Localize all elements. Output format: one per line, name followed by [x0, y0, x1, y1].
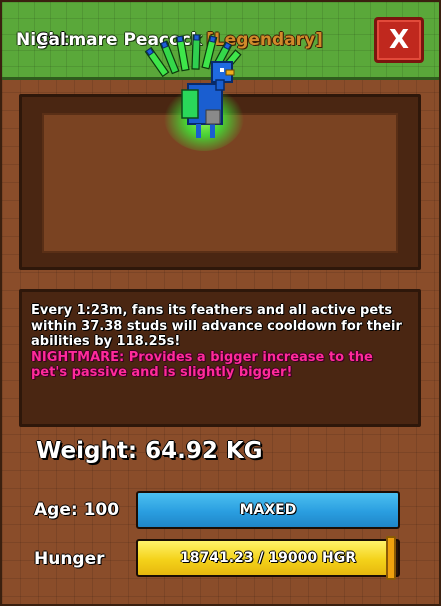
nightmare-mutation-description: NIGHTMARE: Provides a bigger increase to… — [31, 349, 373, 381]
weight-stat: Weight: 64.92 KG — [36, 438, 263, 464]
peacock-pet-icon — [144, 34, 244, 151]
hunger-label: Hunger — [34, 549, 105, 569]
age-bar-text: MAXED — [239, 502, 297, 518]
close-button[interactable]: X — [374, 17, 424, 63]
hunger-progress-bar: 18741.23 / 19000 HGR — [136, 539, 400, 577]
age-progress-bar: MAXED — [136, 491, 400, 529]
age-label: Age: 100 — [34, 500, 120, 520]
ability-description-box: Every 1:23m, fans its feathers and all a… — [19, 289, 421, 427]
close-icon: X — [388, 25, 410, 55]
pet-nickname: Cal — [36, 30, 66, 50]
hunger-bar-cap — [386, 536, 396, 580]
pet-info-panel: Nightmare Peacock [Legendary] X Cal Ever… — [0, 0, 441, 606]
hunger-bar-text: 18741.23 / 19000 HGR — [180, 550, 356, 566]
ability-description: Every 1:23m, fans its feathers and all a… — [31, 303, 402, 349]
